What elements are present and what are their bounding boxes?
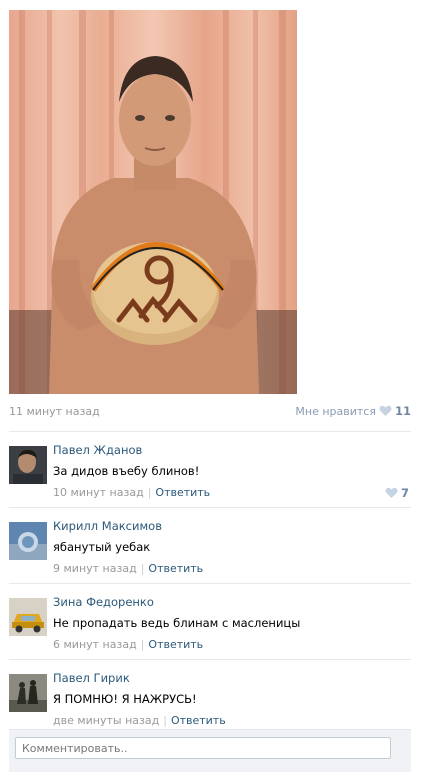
reply-button[interactable]: Ответить: [171, 714, 226, 727]
separator: |: [163, 714, 167, 727]
comment-item: Зина Федоренко Не пропадать ведь блинам …: [9, 583, 411, 659]
comment-timestamp: 10 минут назад: [53, 486, 144, 499]
comment-text: ябанутый уебак: [53, 540, 151, 554]
comments-list: Павел Жданов За дидов въебу блинов! 10 м…: [9, 431, 411, 735]
post-photo[interactable]: [9, 10, 297, 394]
comment-meta: 10 минут назад | Ответить: [53, 486, 210, 499]
heart-icon: [379, 405, 392, 416]
avatar[interactable]: [9, 446, 47, 484]
comment-author[interactable]: Павел Гирик: [53, 671, 130, 685]
comment-meta: 6 минут назад | Ответить: [53, 638, 203, 651]
reply-button[interactable]: Ответить: [148, 562, 203, 575]
comment-author[interactable]: Кирилл Максимов: [53, 519, 162, 533]
comment-item: Кирилл Максимов ябанутый уебак 9 минут н…: [9, 507, 411, 583]
comment-input[interactable]: [15, 737, 391, 759]
avatar-image: [9, 446, 47, 484]
comment-composer: [9, 729, 411, 772]
comment-meta: 9 минут назад | Ответить: [53, 562, 203, 575]
avatar[interactable]: [9, 674, 47, 712]
comment-timestamp: две минуты назад: [53, 714, 160, 727]
avatar-image: [9, 522, 47, 560]
comment-timestamp: 9 минут назад: [53, 562, 137, 575]
reply-button[interactable]: Ответить: [148, 638, 203, 651]
comment-author[interactable]: Павел Жданов: [53, 443, 142, 457]
post-like-button[interactable]: Мне нравится 11: [295, 404, 411, 418]
heart-icon: [385, 487, 398, 498]
comment-like-count: 7: [400, 486, 409, 500]
post-meta: 11 минут назад Мне нравится 11: [9, 404, 411, 420]
post-like-count: 11: [394, 404, 411, 418]
comment-text: Не пропадать ведь блинам с масленицы: [53, 616, 301, 630]
comment-like-button[interactable]: 7: [385, 486, 409, 500]
comment-item: Павел Гирик Я ПОМНЮ! Я НАЖРУСЬ! две мину…: [9, 659, 411, 735]
post-timestamp: 11 минут назад: [9, 405, 100, 418]
reply-button[interactable]: Ответить: [155, 486, 210, 499]
avatar[interactable]: [9, 522, 47, 560]
separator: |: [140, 638, 145, 651]
like-label: Мне нравится: [295, 404, 376, 418]
avatar[interactable]: [9, 598, 47, 636]
comment-item: Павел Жданов За дидов въебу блинов! 10 м…: [9, 431, 411, 507]
separator: |: [140, 562, 145, 575]
comment-text: За дидов въебу блинов!: [53, 464, 200, 478]
avatar-image: [9, 674, 47, 712]
comment-meta: две минуты назад | Ответить: [53, 714, 226, 727]
avatar-image: [9, 598, 47, 636]
comment-author[interactable]: Зина Федоренко: [53, 595, 154, 609]
post-photo-image: [9, 10, 297, 394]
comment-text: Я ПОМНЮ! Я НАЖРУСЬ!: [53, 692, 197, 706]
comment-timestamp: 6 минут назад: [53, 638, 137, 651]
separator: |: [147, 486, 152, 499]
